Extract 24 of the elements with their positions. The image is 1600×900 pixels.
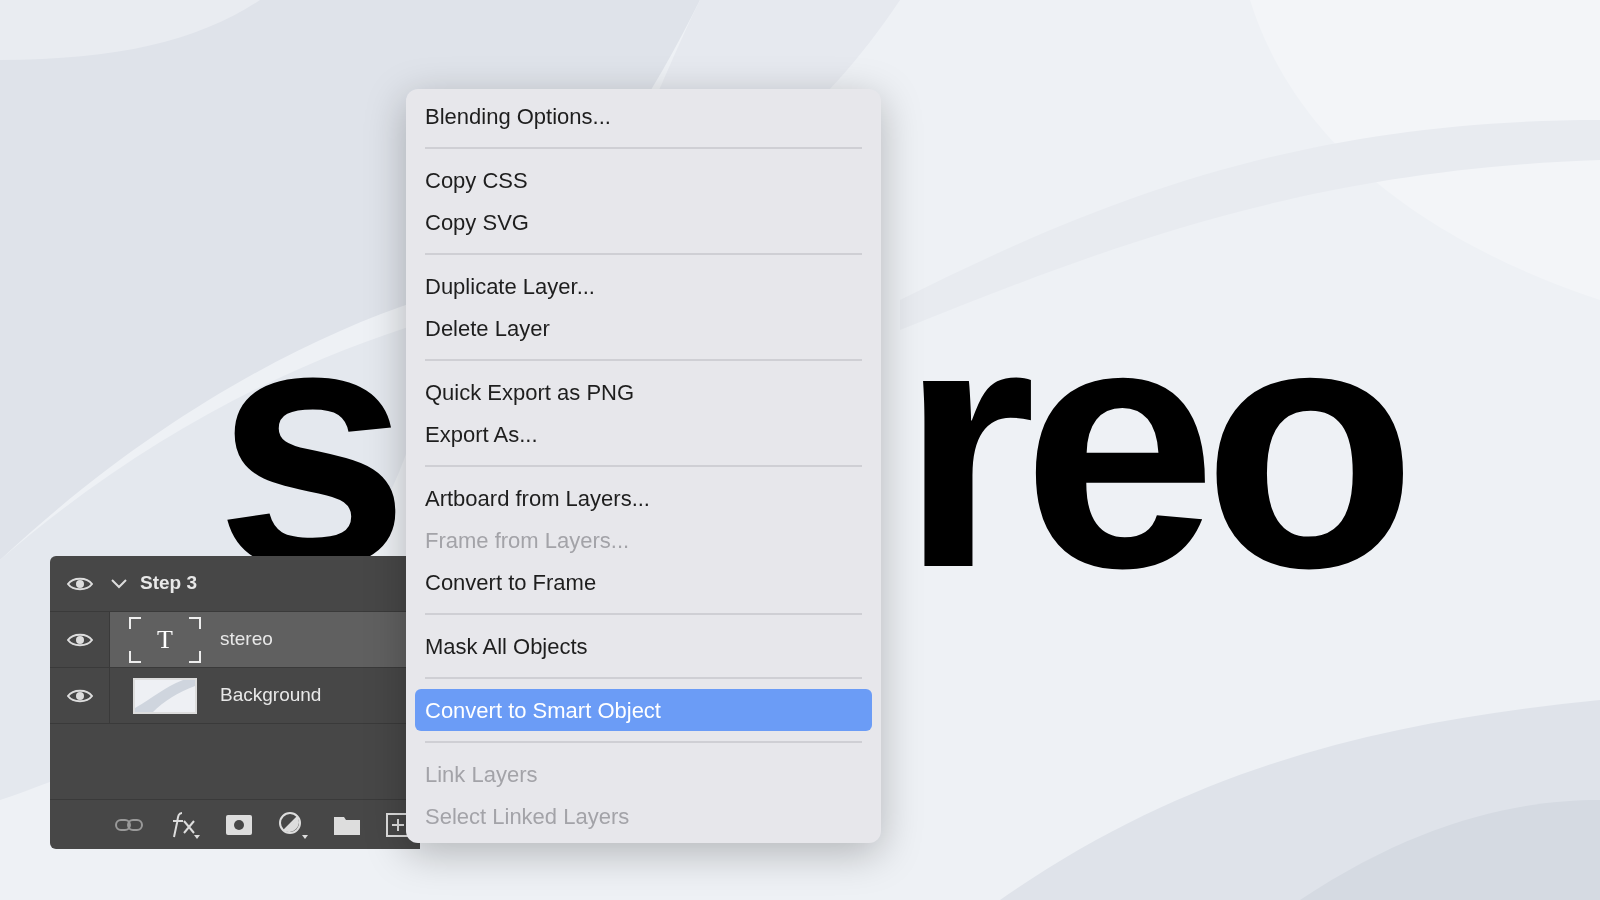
eye-icon[interactable] bbox=[66, 631, 93, 648]
link-icon[interactable] bbox=[114, 816, 144, 833]
layer-name: stereo bbox=[220, 627, 273, 652]
image-thumbnail bbox=[133, 677, 197, 714]
chevron-icon[interactable] bbox=[110, 577, 128, 590]
mask-icon[interactable] bbox=[226, 814, 252, 835]
adjustment-icon[interactable] bbox=[278, 810, 308, 839]
canvas-text: reo bbox=[900, 270, 1403, 620]
layer-group-name: Step 3 bbox=[140, 571, 198, 596]
text-layer-thumbnail: T bbox=[129, 616, 201, 663]
menu-item[interactable]: Artboard from Layers... bbox=[415, 477, 872, 519]
menu-item[interactable]: Copy CSS bbox=[415, 159, 872, 201]
eye-icon[interactable] bbox=[66, 687, 93, 704]
menu-item[interactable]: Delete Layer bbox=[415, 307, 872, 349]
eye-icon[interactable] bbox=[67, 575, 93, 592]
folder-icon[interactable] bbox=[334, 814, 360, 835]
menu-item[interactable]: Convert to Frame bbox=[415, 561, 872, 603]
menu-item[interactable]: Export As... bbox=[415, 413, 872, 455]
fx-icon[interactable] bbox=[170, 810, 200, 839]
menu-item[interactable]: Blending Options... bbox=[415, 95, 872, 137]
menu-item[interactable]: Quick Export as PNG bbox=[415, 371, 872, 413]
menu-item[interactable]: Copy SVG bbox=[415, 201, 872, 243]
layer-name: Background bbox=[220, 683, 322, 708]
menu-item[interactable]: Duplicate Layer... bbox=[415, 265, 872, 307]
